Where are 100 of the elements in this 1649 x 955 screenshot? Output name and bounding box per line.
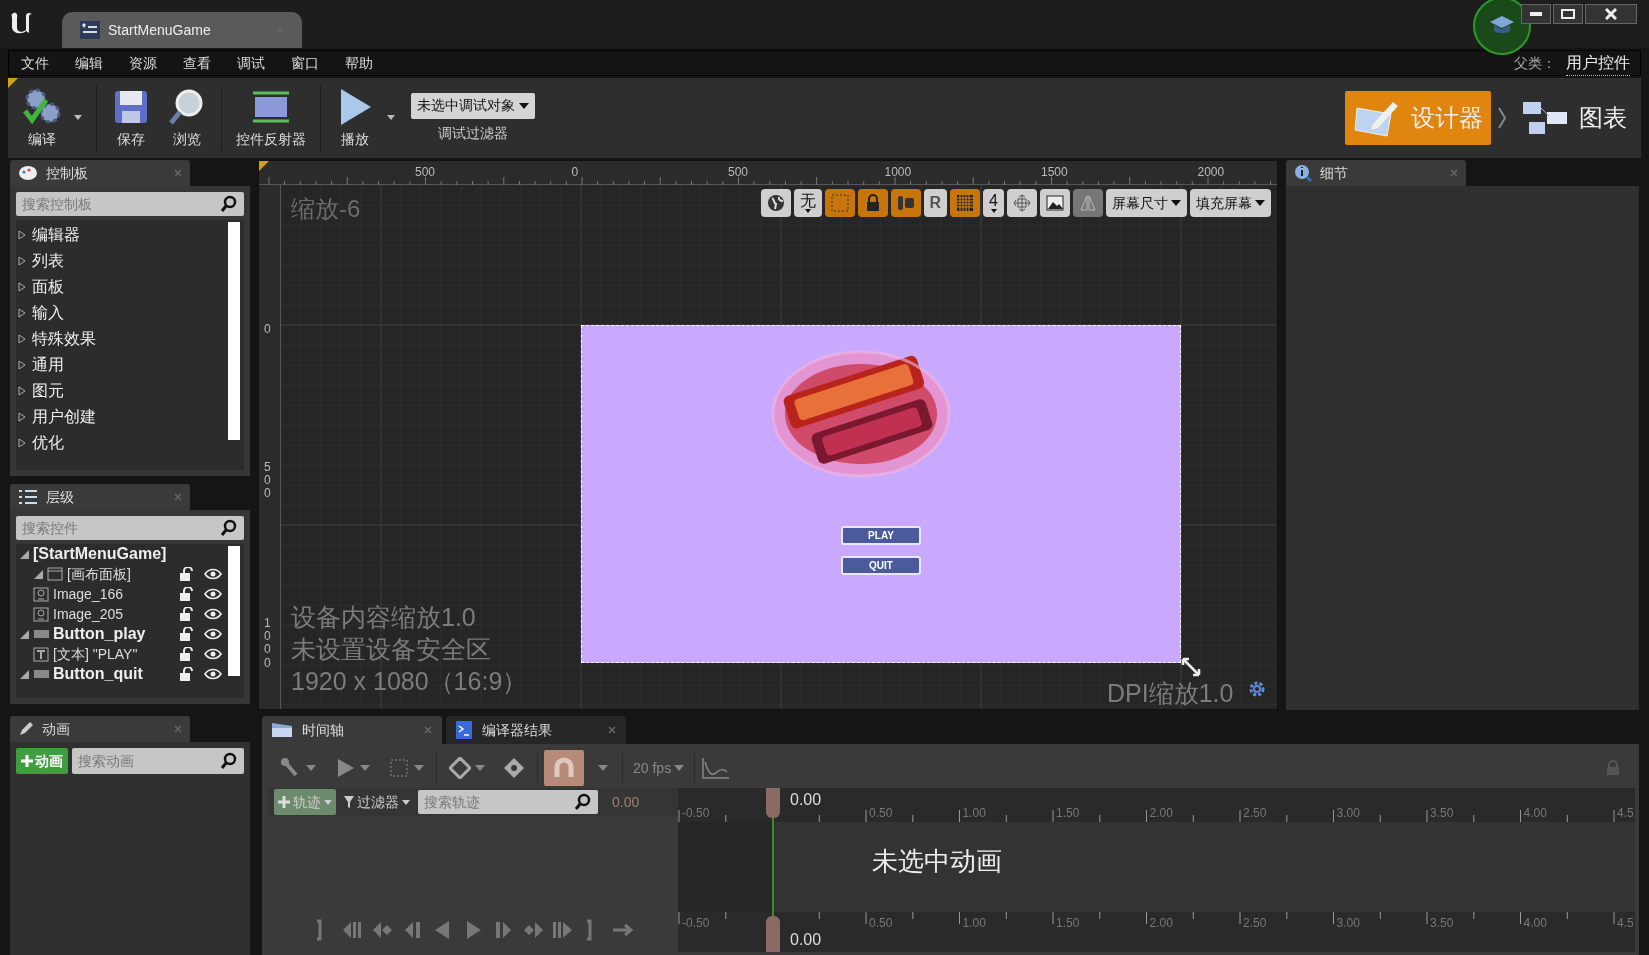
mode-tab[interactable]: 图表 — [1513, 91, 1635, 145]
palette-category[interactable]: 通用 — [16, 352, 228, 378]
debug-filter-dropdown[interactable]: 未选中调试对象 — [411, 92, 535, 119]
unlocked-icon[interactable] — [180, 647, 194, 661]
time-tick-label: 4.5 — [1617, 805, 1634, 822]
panel-tab[interactable]: 层级 — [10, 484, 190, 510]
tree-row[interactable]: [文本] "PLAY" — [16, 644, 224, 664]
playhead[interactable] — [766, 788, 780, 952]
menu-item[interactable]: 资源 — [127, 52, 159, 74]
caret-icon — [519, 102, 529, 109]
menu-item[interactable]: 编辑 — [73, 52, 105, 74]
menu-item[interactable]: 帮助 — [343, 52, 375, 74]
time-tick-label: 1.50 — [1056, 805, 1080, 822]
settings-icon[interactable] — [1247, 679, 1267, 699]
search-input[interactable]: 搜索轨迹 — [424, 791, 570, 813]
tree-row[interactable]: Button_quit — [16, 664, 224, 684]
time-tick-label: 4.5 — [1617, 915, 1634, 932]
toolbar-button[interactable]: 浏览 — [159, 81, 215, 155]
eye-icon[interactable] — [204, 568, 222, 580]
corner-marker-icon — [8, 78, 18, 88]
tree-row[interactable]: [StartMenuGame] — [16, 544, 224, 564]
curve-icon[interactable] — [701, 756, 732, 780]
dpi-scale-text: DPI缩放1.0 — [1107, 679, 1234, 707]
designer-canvas[interactable]: 500 0 500 1000 1500 2000 0 500 1000 缩放-6 无 R 4 屏幕尺寸 填充屏幕 PLAY QUIT 设备内容缩放1.0 未设置设备安全区 1920 x 1080（16:9） DPI缩放1.0 — [258, 160, 1278, 710]
palette-category[interactable]: 列表 — [16, 248, 228, 274]
palette-category[interactable]: 图元 — [16, 378, 228, 404]
menu-item[interactable]: 文件 — [19, 52, 51, 74]
canvas-toolbar-button[interactable]: 屏幕尺寸 — [1106, 189, 1187, 217]
unlocked-icon[interactable] — [180, 587, 194, 601]
time-tick-label: 3.50 — [1430, 805, 1454, 822]
panel-tab[interactable]: 编译器结果 — [446, 716, 626, 744]
search-input[interactable]: 搜索控件 — [22, 517, 216, 539]
eye-icon[interactable] — [204, 588, 222, 600]
palette-category[interactable]: 用户创建 — [16, 404, 228, 430]
menu-item[interactable]: 窗口 — [289, 52, 321, 74]
canvas-toolbar-button[interactable] — [1040, 189, 1070, 217]
parent-class-link[interactable]: 用户控件 — [1566, 50, 1630, 76]
menu-item[interactable]: 调试 — [235, 52, 267, 74]
unlocked-icon[interactable] — [180, 607, 194, 621]
search-icon — [220, 752, 238, 770]
menu-item[interactable]: 查看 — [181, 52, 213, 74]
search-field[interactable]: 搜索控制板 — [16, 192, 244, 216]
search-field[interactable]: 搜索动画 — [72, 748, 244, 774]
tree-row[interactable]: Image_166 — [16, 584, 224, 604]
search-input[interactable]: 搜索动画 — [78, 750, 216, 772]
resize-handle-icon[interactable] — [1181, 657, 1201, 677]
tutorial-icon[interactable] — [1472, 0, 1532, 56]
palette-category[interactable]: 优化 — [16, 430, 228, 456]
close-icon — [608, 726, 616, 734]
panel-tab[interactable]: 动画 — [10, 716, 190, 742]
menu-button[interactable]: QUIT — [841, 556, 921, 575]
minimize-button[interactable] — [1521, 4, 1551, 24]
palette-category[interactable]: 特殊效果 — [16, 326, 228, 352]
palette-category[interactable]: 输入 — [16, 300, 228, 326]
search-field[interactable]: 搜索轨迹 — [418, 790, 598, 814]
panel-tab[interactable]: 时间轴 — [262, 716, 442, 744]
title-tab[interactable]: StartMenuGame — [62, 12, 302, 48]
toolbar-button[interactable]: 控件反射器 — [228, 81, 314, 155]
eye-icon[interactable] — [204, 608, 222, 620]
scrollbar-thumb[interactable] — [228, 222, 240, 440]
eye-icon[interactable] — [204, 668, 222, 680]
snap-toggle[interactable] — [544, 750, 584, 786]
widget-icon — [80, 21, 100, 39]
maximize-button[interactable] — [1553, 4, 1583, 24]
search-field[interactable]: 搜索控件 — [16, 516, 244, 540]
key-icon — [449, 757, 471, 779]
canvas-toolbar-button[interactable]: 填充屏幕 — [1190, 189, 1271, 217]
canvas-toolbar-button[interactable]: R — [923, 189, 948, 217]
caret-icon — [306, 765, 316, 771]
search-input[interactable]: 搜索控制板 — [22, 193, 216, 215]
unlocked-icon[interactable] — [180, 667, 194, 681]
panel-tab[interactable]: 控制板 — [10, 160, 190, 186]
palette-category[interactable]: 面板 — [16, 274, 228, 300]
close-icon — [1605, 8, 1617, 20]
eye-icon[interactable] — [204, 628, 222, 640]
close-button[interactable] — [1585, 4, 1637, 24]
toolbar-button[interactable]: 保存 — [103, 81, 159, 155]
layout-icon — [896, 194, 915, 212]
time-tick-label: 3.50 — [1430, 915, 1454, 932]
panel-icon — [47, 566, 63, 582]
unlocked-icon[interactable] — [180, 567, 194, 581]
panel-tab[interactable]: 细节 — [1286, 160, 1466, 186]
canvas-toolbar-button[interactable] — [760, 189, 791, 217]
tree-row[interactable]: [画布面板] — [16, 564, 224, 584]
canvas-toolbar-button[interactable]: 无 — [793, 189, 822, 217]
scrollbar-thumb[interactable] — [228, 546, 240, 676]
toolbar-button[interactable]: 编译 — [14, 81, 70, 155]
tree-row[interactable]: Image_205 — [16, 604, 224, 624]
caret-icon[interactable] — [598, 765, 608, 771]
palette-category[interactable]: 编辑器 — [16, 222, 228, 248]
filter-dropdown[interactable]: 过滤器 — [344, 791, 410, 813]
unlocked-icon[interactable] — [180, 627, 194, 641]
list-icon — [18, 489, 38, 505]
image-icon — [33, 606, 49, 622]
menu-button[interactable]: PLAY — [841, 526, 921, 545]
corner-marker-icon — [259, 161, 269, 171]
tree-row[interactable]: Button_play — [16, 624, 224, 644]
toolbar-button[interactable]: 播放 — [327, 81, 383, 155]
canvas-toolbar-button[interactable]: 4 — [983, 189, 1004, 217]
eye-icon[interactable] — [204, 648, 222, 660]
